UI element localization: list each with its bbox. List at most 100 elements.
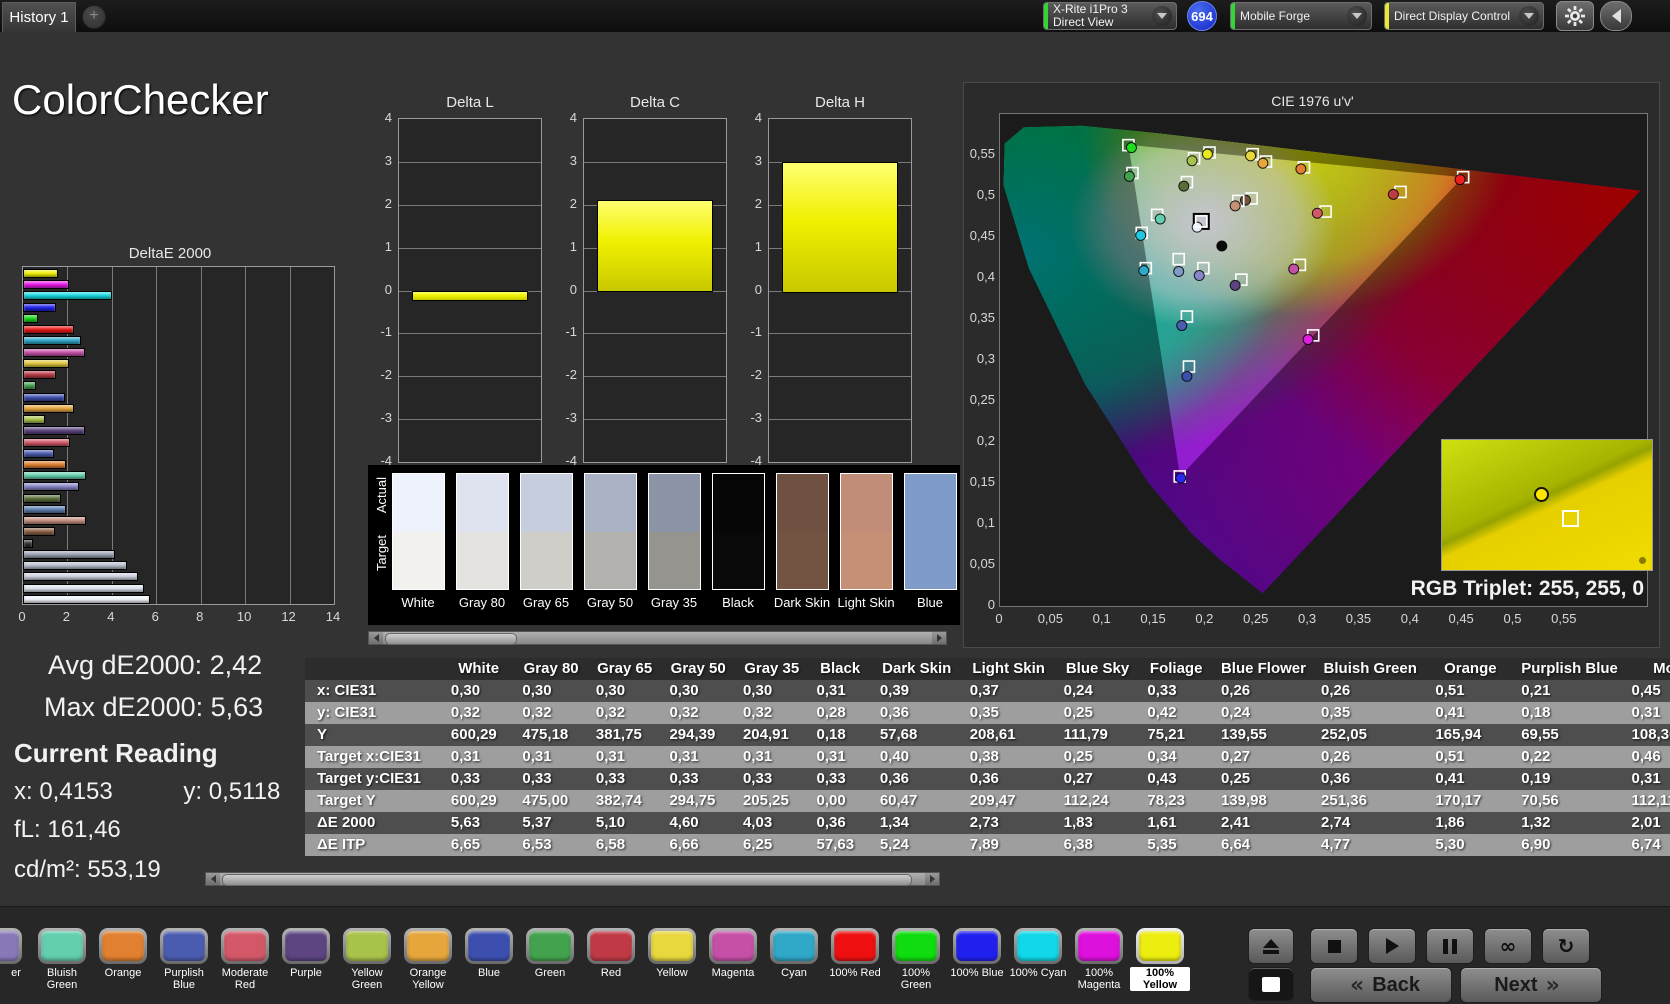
table-scrollbar[interactable]	[205, 872, 940, 886]
scroll-left-button[interactable]	[369, 632, 383, 644]
cell: 0,46	[1623, 746, 1670, 768]
pattern-window-toggle-button[interactable]	[1248, 967, 1294, 1001]
y-tick-label: -1	[380, 324, 392, 340]
pattern-source-dropdown[interactable]: Mobile Forge	[1230, 2, 1372, 30]
pattern-chip-label: Cyan	[781, 967, 807, 979]
cell: 6,74	[1623, 834, 1670, 856]
cell: 0,18	[808, 724, 872, 746]
cell: 0,26	[1313, 746, 1428, 768]
play-button[interactable]	[1368, 928, 1416, 964]
table-row: Target y:CIE31 0,33 0,33 0,33 0,33 0,33 0,33 0,…	[305, 768, 1670, 790]
scroll-right-button[interactable]	[932, 632, 946, 644]
column-header: White	[442, 658, 515, 680]
column-header: Black	[808, 658, 872, 680]
pattern-chip-100-magenta[interactable]	[1075, 928, 1123, 964]
pattern-chip-magenta[interactable]	[709, 928, 757, 964]
row-label: Target Y	[305, 790, 443, 812]
pattern-chip-100-red[interactable]	[831, 928, 879, 964]
swatch-blue	[904, 473, 957, 590]
pattern-chip-orange[interactable]	[99, 928, 147, 964]
gridline	[584, 333, 726, 335]
cell: 0,33	[587, 768, 662, 790]
deltae-bar-purple	[23, 426, 85, 436]
cell: 2,41	[1212, 812, 1314, 834]
measured-marker	[1387, 188, 1399, 200]
chevron-down-icon[interactable]	[1152, 6, 1172, 26]
chip-color	[1078, 931, 1120, 961]
meter-dropdown[interactable]: X-Rite i1Pro 3 Direct View	[1043, 2, 1177, 30]
scrollbar-thumb[interactable]	[385, 633, 517, 645]
x-readout: x: 0,4153	[14, 778, 113, 805]
pattern-chip-purplish-blue[interactable]	[160, 928, 208, 964]
settings-button[interactable]	[1556, 1, 1594, 31]
cell: 0,31	[587, 746, 662, 768]
chevron-down-icon[interactable]	[1519, 6, 1539, 26]
cell: 252,05	[1313, 724, 1428, 746]
pattern-chip-cyan[interactable]	[770, 928, 818, 964]
cell: 108,30	[1623, 724, 1670, 746]
y-tick-label: 3	[384, 152, 392, 168]
cie-x-tick-label: 0,05	[1037, 611, 1063, 626]
cd-readout: cd/m²: 553,19	[14, 856, 161, 883]
y-tick-label: -1	[565, 324, 577, 340]
y-tick-label: 0	[384, 281, 392, 297]
deltae-bar-yellow-green	[23, 415, 45, 425]
cell: 5,10	[587, 812, 662, 834]
pattern-chip-red[interactable]	[587, 928, 635, 964]
loop-button[interactable]: ∞	[1484, 928, 1532, 964]
pattern-chip-label: 100% Blue	[950, 967, 1004, 979]
scroll-left-button[interactable]	[206, 873, 220, 885]
pattern-chip-orange-yellow[interactable]	[404, 928, 452, 964]
pattern-chip-100-cyan[interactable]	[1014, 928, 1062, 964]
display-control-dropdown[interactable]: Direct Display Control	[1384, 2, 1544, 30]
pattern-chip-100-yellow[interactable]	[1136, 928, 1184, 964]
pattern-chip-100-blue[interactable]	[953, 928, 1001, 964]
stop-button[interactable]	[1310, 928, 1358, 964]
next-button-label: Next	[1494, 973, 1538, 996]
swatch-label: Gray 35	[650, 595, 698, 610]
pause-button[interactable]	[1426, 928, 1474, 964]
max-de2000-readout: Max dE2000: 5,63	[44, 692, 264, 722]
measured-marker	[1138, 265, 1150, 277]
column-header: Modera	[1623, 658, 1670, 680]
pattern-chip-yellow[interactable]	[648, 928, 696, 964]
add-tab-button[interactable]: +	[82, 5, 106, 29]
window-icon	[1262, 976, 1280, 992]
back-button[interactable]: « Back	[1310, 967, 1452, 1003]
chevron-down-icon[interactable]	[1347, 6, 1367, 26]
cell: 0,33	[734, 768, 809, 790]
pattern-chip-bluish-green[interactable]	[38, 928, 86, 964]
top-bar: History 1 + X-Rite i1Pro 3 Direct View 69…	[0, 0, 1670, 32]
cell: 0,31	[661, 746, 735, 768]
chip-color	[468, 931, 510, 961]
swatch-strip-scrollbar[interactable]	[368, 631, 947, 645]
pattern-chip-moderate-red[interactable]	[221, 928, 269, 964]
pattern-chip-er[interactable]	[0, 928, 22, 964]
pattern-chip-purple[interactable]	[282, 928, 330, 964]
measured-marker	[1135, 229, 1147, 241]
scrollbar-thumb[interactable]	[222, 874, 912, 886]
cell: 5,24	[871, 834, 962, 856]
collapse-panel-button[interactable]	[1600, 1, 1632, 31]
pattern-chip-green[interactable]	[526, 928, 574, 964]
deltae-bar-white	[23, 594, 151, 604]
delta-bar	[412, 290, 528, 302]
pattern-chip-label: Orange	[104, 967, 142, 979]
pattern-chip-100-green[interactable]	[892, 928, 940, 964]
delta-h-chart	[768, 118, 912, 463]
pattern-window-raise-button[interactable]	[1248, 928, 1294, 964]
refresh-button[interactable]: ↻	[1542, 928, 1590, 964]
x-tick-label: 14	[325, 609, 341, 624]
y-tick-label: 2	[754, 195, 762, 211]
swatch-target	[521, 531, 572, 589]
pattern-chip-blue[interactable]	[465, 928, 513, 964]
pattern-chip-yellow-green[interactable]	[343, 928, 391, 964]
scroll-right-button[interactable]	[925, 873, 939, 885]
pattern-chip-label: Purplish Blue	[164, 967, 204, 991]
cell: 0,32	[661, 702, 735, 724]
y-tick-label: -1	[750, 324, 762, 340]
table-header: White Gray 80 Gray 65 Gray 50 Gray 35 Black Da…	[305, 658, 1670, 680]
tab-history-1[interactable]: History 1	[2, 2, 76, 32]
table-row: ΔE ITP 6,65 6,53 6,58 6,66 6,25 57,63 5,24 7,89 6…	[305, 834, 1670, 856]
next-button[interactable]: Next »	[1460, 967, 1602, 1003]
